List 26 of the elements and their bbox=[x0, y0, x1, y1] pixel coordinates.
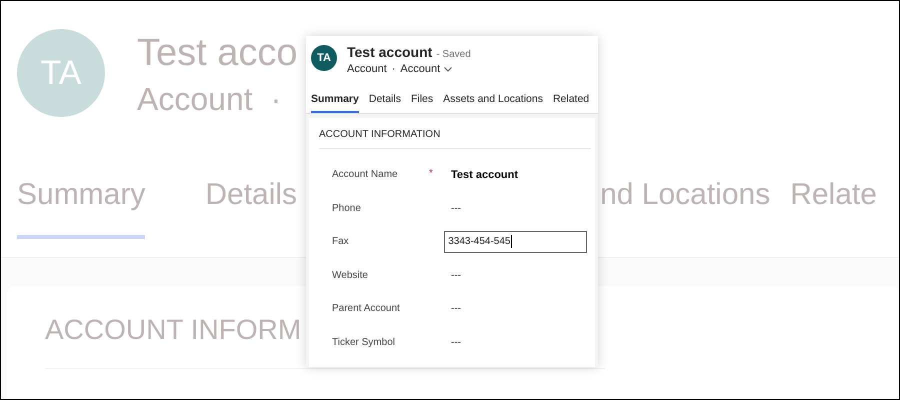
tab[interactable]: Assets and Locations bbox=[443, 92, 543, 113]
tab[interactable]: Related bbox=[552, 92, 590, 113]
field-value: --- bbox=[450, 336, 461, 348]
record-title: Test acco bbox=[137, 31, 298, 76]
field-value: --- bbox=[450, 202, 461, 214]
entity-label: Account bbox=[137, 80, 253, 119]
separator-dot: · bbox=[270, 80, 282, 119]
field-label: Website bbox=[332, 270, 369, 281]
avatar: TA bbox=[311, 45, 337, 71]
required-mark: * bbox=[429, 168, 434, 179]
field-label: Account Name bbox=[332, 169, 399, 180]
field-value: Test account bbox=[450, 168, 518, 181]
field-value: --- bbox=[450, 270, 461, 281]
field-label: Fax bbox=[332, 236, 350, 248]
save-status: - Saved bbox=[436, 49, 471, 60]
section-title: ACCOUNT INFORMATION bbox=[319, 128, 591, 149]
form-selector[interactable]: Account bbox=[400, 61, 452, 77]
chevron-down-icon bbox=[444, 66, 452, 72]
tab[interactable]: Details bbox=[368, 92, 401, 113]
field-label: Ticker Symbol bbox=[332, 336, 396, 348]
tab[interactable]: Files bbox=[410, 92, 434, 113]
field-label: Phone bbox=[332, 202, 362, 214]
entity-label: Account bbox=[347, 62, 387, 77]
separator-dot: · bbox=[392, 62, 396, 77]
input-field[interactable]: 3343-454-545 bbox=[444, 230, 587, 253]
record-title: Test account bbox=[347, 44, 432, 61]
